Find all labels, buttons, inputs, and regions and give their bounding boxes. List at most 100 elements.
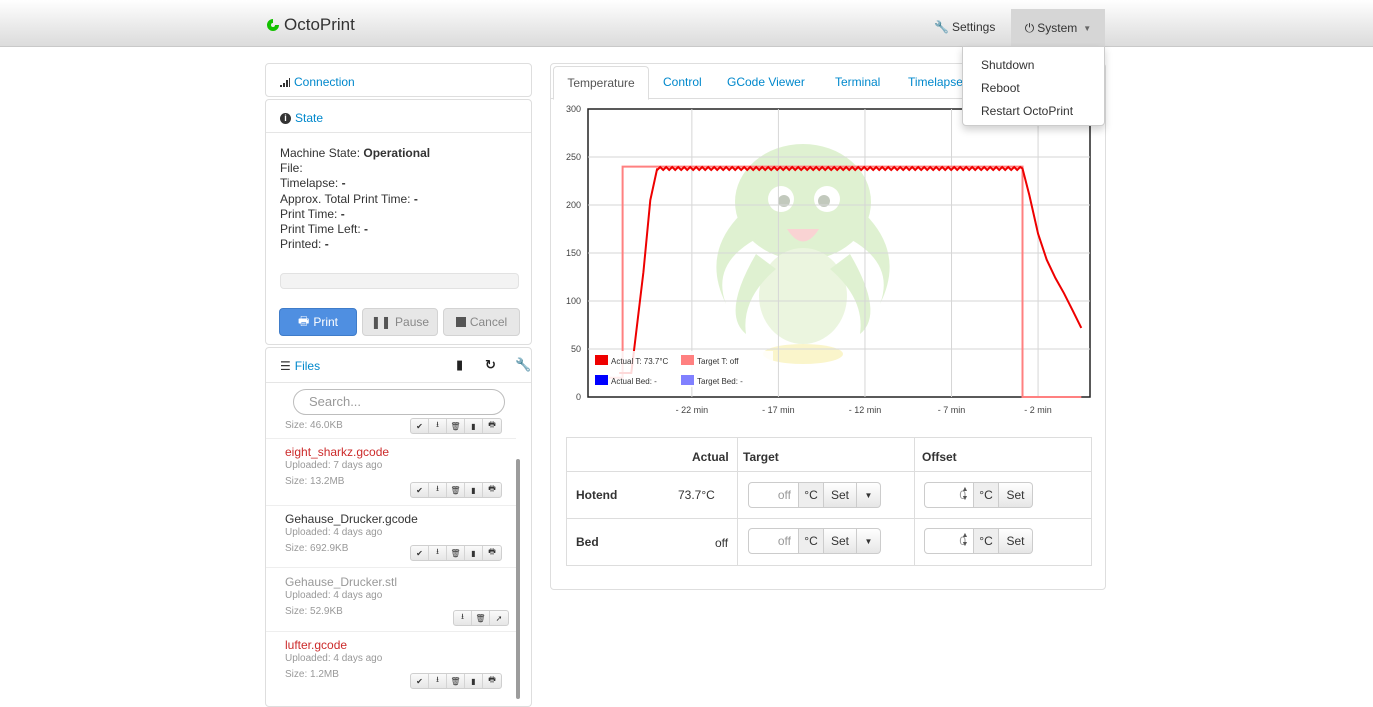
file-uploaded: Uploaded: 4 days ago (285, 653, 383, 664)
divider (266, 382, 531, 383)
bed-set-button[interactable]: Set (824, 528, 857, 554)
slice-icon[interactable]: ➚ (490, 611, 508, 625)
header-actual: Actual (692, 450, 729, 464)
trash-icon[interactable]: 🗑 (472, 611, 490, 625)
power-icon: ⏻ (1024, 20, 1035, 35)
bed-target-input[interactable]: off (748, 528, 799, 554)
folder-icon[interactable]: ▮ (465, 419, 483, 433)
trash-icon[interactable]: 🗑 (447, 674, 465, 688)
download-icon[interactable]: ⭳ (454, 611, 472, 625)
file-name[interactable]: Gehause_Drucker.stl (285, 575, 513, 589)
file-icon[interactable]: ▮ (456, 357, 463, 373)
bed-offset-unit: °C (974, 528, 999, 554)
menu-item-restart-octoprint[interactable]: Restart OctoPrint (963, 101, 1104, 124)
refresh-icon[interactable]: ↻ (485, 357, 496, 373)
y-tick-label: 150 (566, 248, 581, 258)
menu-item-shutdown[interactable]: Shutdown (963, 55, 1104, 78)
select-icon[interactable]: ✔ (411, 674, 429, 688)
stop-icon (455, 317, 466, 327)
hotend-set-button[interactable]: Set (824, 482, 857, 508)
select-icon[interactable]: ✔ (411, 483, 429, 497)
legend-label: Target T: off (697, 357, 739, 366)
divider (266, 438, 516, 439)
system-menu-button[interactable]: ⏻ System ▼ (1011, 9, 1105, 47)
file-actions: ✔ ⭳ 🗑 ▮ 🖶 (410, 482, 502, 498)
menu-item-reboot[interactable]: Reboot (963, 78, 1104, 101)
print-icon[interactable]: 🖶 (483, 674, 501, 688)
spinner-icon[interactable]: ▲ ▼ (960, 485, 970, 505)
select-icon[interactable]: ✔ (411, 419, 429, 433)
machine-state-label: Machine State: (280, 146, 361, 160)
list-icon: ☰ (280, 359, 291, 373)
file-actions: ⭳ 🗑 ➚ (453, 610, 509, 626)
download-icon[interactable]: ⭳ (429, 419, 447, 433)
files-title: Files (294, 359, 321, 373)
legend-swatch (595, 375, 608, 385)
bed-preset-dropdown[interactable]: ▼ (857, 528, 881, 554)
y-tick-label: 300 (566, 104, 581, 114)
cancel-button[interactable]: Cancel (443, 308, 520, 336)
divider (567, 518, 1091, 519)
print-icon[interactable]: 🖶 (483, 546, 501, 560)
divider (266, 567, 516, 568)
legend-label: Target Bed: - (697, 377, 743, 386)
print-time-value: - (340, 206, 345, 221)
pause-icon: ❚❚ (370, 315, 392, 329)
print-icon[interactable]: 🖶 (483, 483, 501, 497)
brand[interactable]: OctoPrint (266, 14, 355, 36)
hotend-preset-dropdown[interactable]: ▼ (857, 482, 881, 508)
hotend-offset-set-button[interactable]: Set (999, 482, 1033, 508)
download-icon[interactable]: ⭳ (429, 674, 447, 688)
print-button[interactable]: 🖶 Print (279, 308, 357, 336)
folder-icon[interactable]: ▮ (465, 546, 483, 560)
connection-panel: Connection (265, 63, 532, 97)
pause-button[interactable]: ❚❚ Pause (362, 308, 438, 336)
search-input[interactable]: Search... (293, 389, 505, 415)
print-time-left-value: - (364, 222, 369, 237)
legend-swatch (681, 355, 694, 365)
hotend-actual: 73.7°C (678, 488, 715, 502)
signal-icon (280, 77, 290, 87)
file-actions: ✔ ⭳ 🗑 ▮ 🖶 (410, 673, 502, 689)
file-actions: ✔ ⭳ 🗑 ▮ 🖶 (410, 418, 502, 434)
connection-header[interactable]: Connection (280, 75, 531, 89)
caret-down-icon: ▼ (1083, 23, 1092, 33)
trash-icon[interactable]: 🗑 (447, 419, 465, 433)
select-icon[interactable]: ✔ (411, 546, 429, 560)
legend-swatch (595, 355, 608, 365)
settings-label: Settings (951, 20, 996, 34)
folder-icon[interactable]: ▮ (465, 674, 483, 688)
files-header[interactable]: ☰ Files (280, 359, 320, 373)
system-label: System (1037, 21, 1078, 35)
row-label-hotend: Hotend (576, 488, 618, 502)
print-label: Print (313, 315, 338, 329)
hotend-target-unit: °C (799, 482, 824, 508)
folder-icon[interactable]: ▮ (465, 483, 483, 497)
print-icon[interactable]: 🖶 (483, 419, 501, 433)
download-icon[interactable]: ⭳ (429, 546, 447, 560)
info-icon: i (280, 112, 291, 124)
bed-offset-set-button[interactable]: Set (999, 528, 1033, 554)
download-icon[interactable]: ⭳ (429, 483, 447, 497)
hotend-target-input[interactable]: off (748, 482, 799, 508)
state-panel: i State Machine State: Operational File:… (265, 99, 532, 345)
row-label-bed: Bed (576, 535, 599, 549)
wrench-icon[interactable]: 🔧 (515, 357, 531, 373)
file-uploaded: Uploaded: 7 days ago (285, 460, 383, 471)
divider (266, 631, 516, 632)
file-name[interactable]: lufter.gcode (285, 638, 513, 652)
trash-icon[interactable]: 🗑 (447, 483, 465, 497)
print-time-label: Print Time: (280, 206, 338, 221)
state-header[interactable]: i State (280, 111, 323, 125)
bed-target-unit: °C (799, 528, 824, 554)
file-name[interactable]: Gehause_Drucker.gcode (285, 512, 513, 526)
x-tick-label: - 12 min (849, 405, 882, 415)
y-axis: 300 250 200 150 100 50 0 (566, 104, 581, 402)
printed-value: - (324, 237, 329, 252)
settings-button[interactable]: 🔧 Settings (934, 20, 995, 34)
files-scrollbar[interactable] (516, 459, 520, 699)
file-name[interactable]: eight_sharkz.gcode (285, 445, 513, 459)
spinner-icon[interactable]: ▲ ▼ (960, 531, 970, 551)
machine-state-value: Operational (363, 146, 431, 160)
trash-icon[interactable]: 🗑 (447, 546, 465, 560)
